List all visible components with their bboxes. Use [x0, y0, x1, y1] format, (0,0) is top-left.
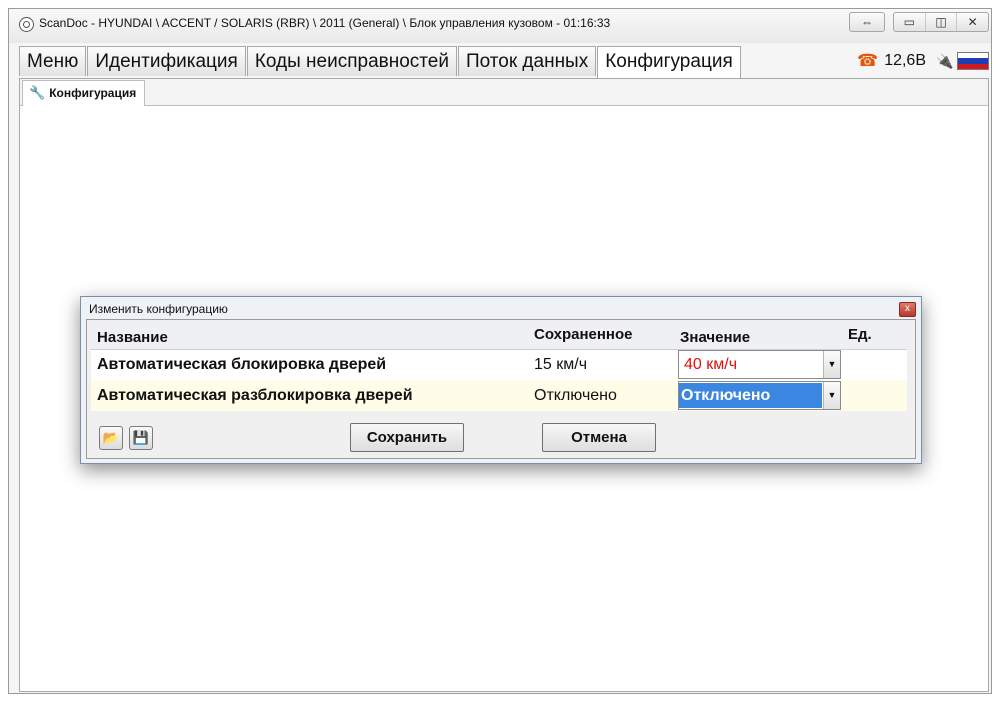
edit-config-dialog: Изменить конфигурацию x Название Сохране…	[80, 296, 922, 464]
tab-data-stream[interactable]: Поток данных	[457, 46, 597, 76]
table-row-selected[interactable]: Автоматическая разблокировка дверей Откл…	[91, 380, 907, 411]
cancel-button[interactable]: Отмена	[542, 423, 656, 452]
tab-fault-codes[interactable]: Коды неисправностей	[246, 46, 457, 76]
floppy-disk-icon: 💾	[132, 430, 150, 445]
grid-header: Название Сохраненное Значение Ед.	[91, 323, 907, 350]
dropdown-value: 40 км/ч	[684, 356, 738, 373]
open-folder-button[interactable]: 📂	[99, 426, 123, 450]
header-value: Значение	[680, 329, 751, 346]
value-dropdown[interactable]: 40 км/ч ▼	[678, 350, 841, 379]
tab-menu[interactable]: Меню	[19, 46, 87, 76]
window-controls: ▭ ◫ ✕	[893, 12, 989, 32]
save-file-button[interactable]: 💾	[129, 426, 153, 450]
subtab-configuration[interactable]: 🔧 Конфигурация	[22, 80, 146, 106]
chevron-down-icon[interactable]: ▼	[823, 351, 840, 378]
main-tabs: Меню Идентификация Коды неисправностей П…	[19, 46, 742, 78]
dropdown-value-selected: Отключено	[679, 383, 822, 408]
header-unit: Ед.	[848, 326, 872, 343]
minimize-button[interactable]: ▭	[894, 13, 926, 31]
header-saved: Сохраненное	[534, 326, 633, 343]
flag-stripe-red	[958, 63, 988, 69]
maximize-button[interactable]: ◫	[926, 13, 958, 31]
open-folder-icon: 📂	[102, 430, 120, 445]
tab-configuration[interactable]: Конфигурация	[597, 46, 741, 78]
save-button[interactable]: Сохранить	[350, 423, 464, 452]
config-grid: Название Сохраненное Значение Ед. Автома…	[91, 323, 907, 411]
russian-flag-icon[interactable]	[957, 52, 989, 70]
title-bar: ScanDoc - HYUNDAI \ ACCENT / SOLARIS (RB…	[9, 9, 991, 43]
phone-icon: ☎	[857, 51, 879, 70]
dialog-title: Изменить конфигурацию	[89, 302, 228, 316]
row-saved: Отключено	[534, 387, 617, 404]
value-dropdown[interactable]: Отключено ▼	[678, 381, 841, 410]
battery-voltage: 12,6В	[884, 52, 926, 69]
close-button[interactable]: ✕	[957, 13, 988, 31]
row-saved: 15 км/ч	[534, 356, 588, 373]
resize-button[interactable]: ⇔	[849, 12, 885, 32]
wrench-icon: 🔧	[29, 85, 46, 100]
dialog-close-button[interactable]: x	[899, 302, 916, 317]
header-name: Название	[97, 329, 168, 346]
tab-identification[interactable]: Идентификация	[87, 46, 246, 76]
app-icon	[19, 17, 34, 32]
table-row[interactable]: Автоматическая блокировка дверей 15 км/ч…	[91, 349, 907, 380]
window-title: ScanDoc - HYUNDAI \ ACCENT / SOLARIS (RB…	[39, 16, 611, 30]
chevron-down-icon[interactable]: ▼	[823, 382, 840, 409]
subtab-label: Конфигурация	[49, 86, 137, 100]
row-name: Автоматическая блокировка дверей	[97, 356, 387, 373]
status-area: ☎ 12,6В 🔌	[847, 46, 989, 76]
subtab-strip: 🔧 Конфигурация	[20, 79, 988, 106]
plug-icon: 🔌	[936, 52, 954, 69]
row-name: Автоматическая разблокировка дверей	[97, 387, 413, 404]
dialog-body: Название Сохраненное Значение Ед. Автома…	[86, 319, 916, 459]
